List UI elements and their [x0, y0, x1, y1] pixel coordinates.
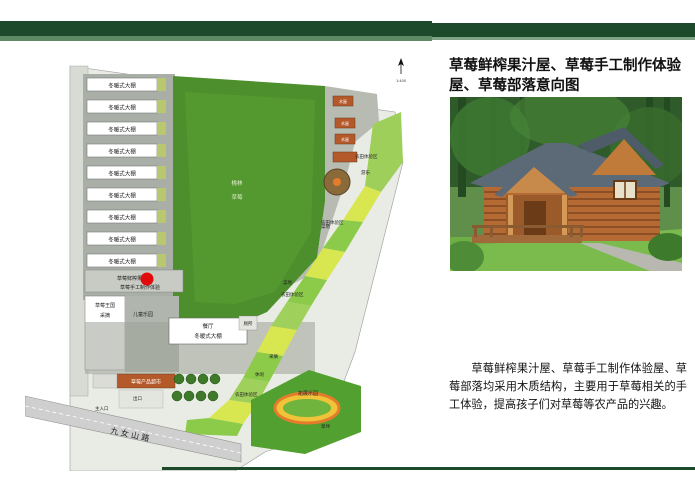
greenhouse: 冬暖式大棚 — [86, 209, 166, 224]
experience-area-label: 农田体验区 — [235, 391, 258, 398]
kids-park-label: 儿童乐园 — [133, 311, 153, 318]
misc-label: 菜地 — [283, 279, 292, 286]
greenhouse-label: 冬暖式大棚 — [108, 82, 136, 90]
toilet-label: 厕所 — [244, 320, 253, 327]
header-band-light — [0, 36, 432, 41]
restaurant-greenhouse-label: 冬暖式大棚 — [194, 332, 222, 340]
misc-label: 游乐 — [361, 169, 370, 176]
strawberry-label: 草莓 — [231, 193, 243, 201]
misc-label: 菜地 — [321, 223, 330, 230]
footer-rule — [162, 467, 695, 470]
header-band-right — [432, 23, 695, 37]
greenhouse-label: 冬暖式大棚 — [108, 258, 136, 266]
page-title: 草莓鲜榨果汁屋、草莓手工制作体验屋、草莓部落意向图 — [449, 58, 681, 94]
entrance-label: 主入口 — [95, 405, 109, 412]
greenhouse-list: 冬暖式大棚 冬暖式大棚 冬暖式大棚 冬暖式大棚 冬暖式大棚 冬暖式大棚 冬暖式大… — [86, 77, 166, 268]
greenhouse: 冬暖式大棚 — [86, 231, 166, 246]
site-plan-drawing: 冬暖式大棚 冬暖式大棚 冬暖式大棚 冬暖式大棚 冬暖式大棚 冬暖式大棚 冬暖式大… — [25, 58, 406, 471]
greenhouse-label: 冬暖式大棚 — [108, 170, 136, 178]
location-marker — [140, 272, 154, 286]
description-text: 草莓鲜榨果汁屋、草莓手工制作体验屋、草莓部落均采用木质结构，主要用于草莓相关的手… — [449, 362, 687, 411]
restaurant — [168, 317, 248, 345]
handmade-house-label: 草莓手工制作体验 — [120, 284, 160, 291]
hut-label: 木屋 — [341, 136, 349, 142]
sports-label: 拓展乐园 — [298, 390, 318, 397]
header-band-right-accent — [432, 37, 695, 40]
misc-label: 草坪 — [321, 423, 330, 430]
scale-label: 1:400 — [396, 79, 406, 83]
greenhouse-label: 冬暖式大棚 — [108, 148, 136, 156]
greenhouse: 冬暖式大棚 — [86, 121, 166, 136]
shop-label: 草莓产品超市 — [131, 379, 161, 386]
kingdom-pick-label: 采摘 — [100, 312, 110, 319]
greenhouse: 冬暖式大棚 — [86, 187, 166, 202]
misc-label: 采摘 — [269, 353, 278, 360]
greenhouse-label: 冬暖式大棚 — [108, 104, 136, 112]
log-cabin-illustration — [450, 97, 682, 271]
hut-label: 木屋 — [341, 120, 349, 126]
kingdom-label: 草莓王国 — [95, 302, 115, 309]
greenhouse: 冬暖式大棚 — [86, 99, 166, 114]
greenhouse: 冬暖式大棚 — [86, 165, 166, 180]
greenhouse-label: 冬暖式大棚 — [108, 192, 136, 200]
greenhouse-label: 冬暖式大棚 — [108, 126, 136, 134]
exit-label: 出口 — [133, 395, 142, 402]
experience-area-label: 农田体验区 — [355, 153, 378, 160]
greenhouse: 冬暖式大棚 — [86, 77, 166, 92]
log-cabin-photo — [450, 97, 682, 271]
greenhouse-label: 冬暖式大棚 — [108, 236, 136, 244]
north-arrow-icon — [398, 58, 404, 74]
greenhouse-label: 冬暖式大棚 — [108, 214, 136, 222]
site-plan: 冬暖式大棚 冬暖式大棚 冬暖式大棚 冬暖式大棚 冬暖式大棚 冬暖式大棚 冬暖式大… — [25, 52, 417, 471]
misc-label: 休闲 — [255, 371, 264, 378]
greenhouse: 冬暖式大棚 — [86, 143, 166, 158]
restaurant-label: 餐厅 — [202, 322, 214, 330]
greenhouse: 冬暖式大棚 — [86, 253, 166, 268]
header-band-dark — [0, 21, 432, 36]
peach-label: 桃林 — [231, 179, 243, 187]
hut-label: 木屋 — [339, 98, 347, 104]
experience-area-label: 农田体验区 — [281, 291, 304, 298]
